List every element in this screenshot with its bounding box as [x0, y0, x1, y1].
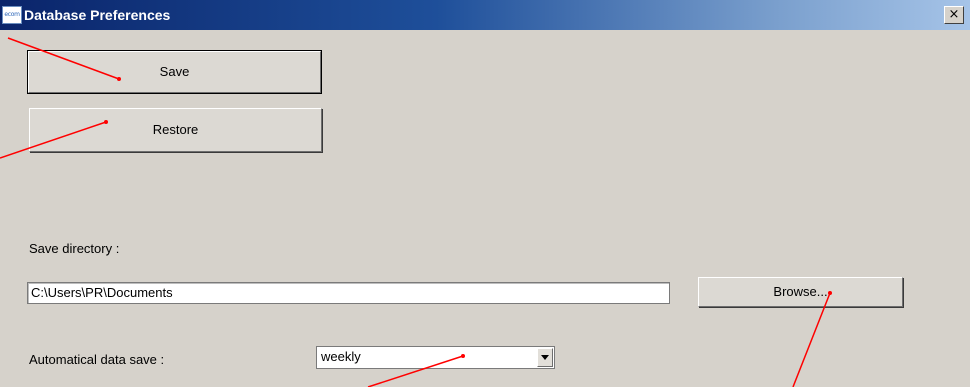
close-button[interactable]: ×	[944, 6, 964, 24]
title-bar[interactable]: ecom Database Preferences ×	[0, 0, 970, 30]
autosave-selected-value: weekly	[321, 349, 361, 364]
restore-button[interactable]: Restore	[29, 108, 322, 152]
save-directory-label: Save directory :	[29, 241, 120, 256]
save-button[interactable]: Save	[27, 50, 322, 94]
save-directory-value: C:\Users\PR\Documents	[31, 285, 173, 300]
browse-button-label: Browse...	[773, 284, 828, 299]
app-icon-text: ecom	[4, 11, 20, 18]
dropdown-arrow-icon[interactable]	[537, 348, 553, 367]
autosave-label: Automatical data save :	[29, 352, 165, 367]
autosave-frequency-select[interactable]: weekly	[316, 346, 555, 369]
annotation-line-browse	[792, 292, 831, 387]
save-button-label: Save	[159, 64, 190, 79]
browse-button[interactable]: Browse...	[698, 277, 903, 307]
database-preferences-window: ecom Database Preferences × Save Restore…	[0, 0, 970, 387]
app-icon: ecom	[2, 6, 22, 24]
save-directory-input[interactable]: C:\Users\PR\Documents	[27, 282, 670, 304]
window-title: Database Preferences	[24, 7, 171, 23]
close-icon: ×	[948, 7, 960, 22]
restore-button-label: Restore	[152, 122, 199, 137]
